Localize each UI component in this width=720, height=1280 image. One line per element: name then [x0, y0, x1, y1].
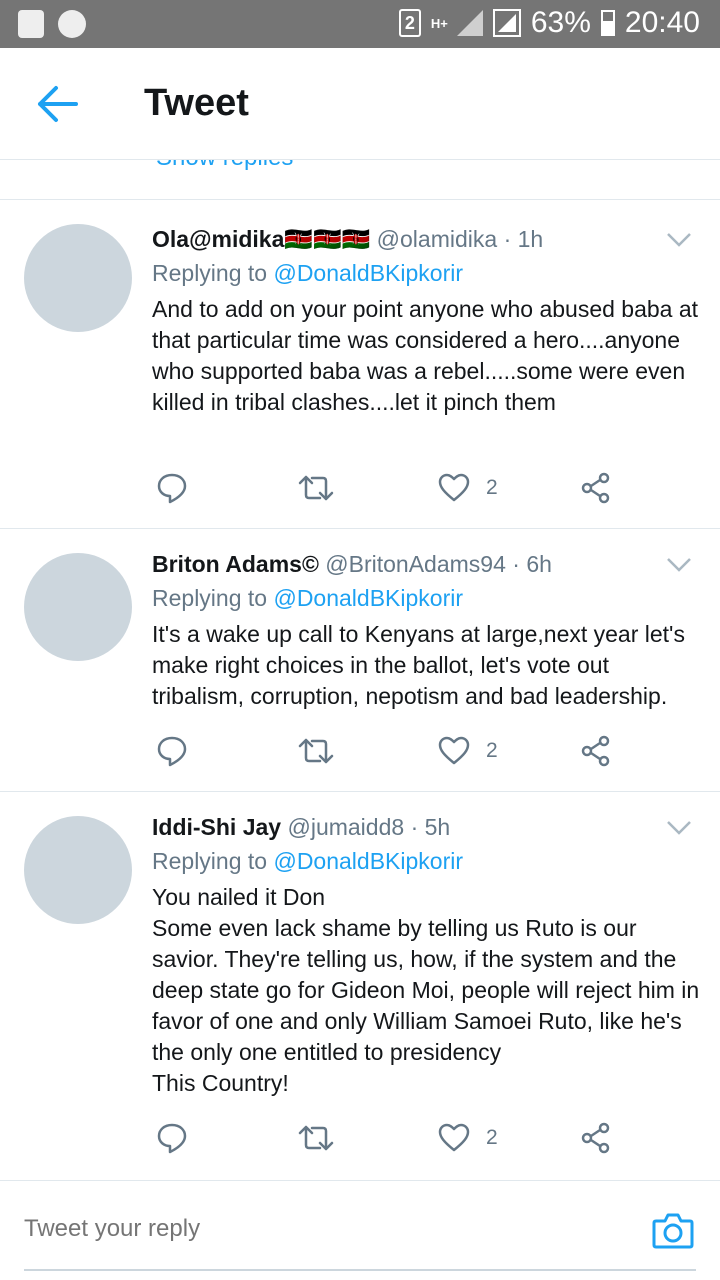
- like-count: 2: [486, 476, 498, 499]
- retweet-button[interactable]: [298, 731, 334, 771]
- retweet-icon: [298, 475, 334, 501]
- chevron-down-icon[interactable]: [666, 820, 692, 836]
- replying-prefix: Replying to: [152, 260, 268, 286]
- author-name[interactable]: Briton Adams©: [152, 551, 319, 577]
- like-count: 2: [486, 739, 498, 762]
- show-replies-link[interactable]: Show replies: [156, 160, 293, 172]
- signal-icon: [456, 10, 483, 36]
- replying-to: Replying to @DonaldBKipkorir: [152, 260, 463, 287]
- retweet-icon: [298, 1125, 334, 1151]
- replying-prefix: Replying to: [152, 848, 268, 874]
- avatar[interactable]: [24, 553, 132, 661]
- tweet-time: · 1h: [503, 226, 544, 252]
- like-button[interactable]: 2: [438, 468, 498, 508]
- tweet-header: Ola@midika🇰🇪🇰🇪🇰🇪 @olamidika · 1h: [152, 226, 543, 253]
- reply-button[interactable]: [156, 1118, 188, 1158]
- tweet-text: And to add on your point anyone who abus…: [152, 296, 699, 415]
- app-header: Tweet: [0, 48, 720, 160]
- share-icon: [581, 1122, 610, 1154]
- mention-link[interactable]: @DonaldBKipkorir: [273, 848, 463, 874]
- reply-underline: [24, 1269, 696, 1271]
- reply-bar: [0, 1180, 720, 1280]
- signal-sim2-icon: [492, 9, 521, 37]
- author-name[interactable]: Ola@midika🇰🇪🇰🇪🇰🇪: [152, 226, 370, 252]
- share-icon: [581, 472, 610, 504]
- reply-input[interactable]: [24, 1215, 584, 1243]
- back-arrow-icon[interactable]: [36, 84, 80, 124]
- tweet-header: Iddi-Shi Jay @jumaidd8 · 5h: [152, 814, 450, 841]
- mention-link[interactable]: @DonaldBKipkorir: [273, 260, 463, 286]
- previous-tweet-fragment: Show replies: [0, 160, 720, 200]
- share-icon: [581, 735, 610, 767]
- clock: 20:40: [624, 6, 700, 39]
- tweet-time: · 6h: [512, 551, 552, 577]
- chevron-down-icon[interactable]: [666, 557, 692, 573]
- reply-icon: [157, 473, 187, 504]
- battery-icon: [600, 10, 615, 36]
- retweet-button[interactable]: [298, 1118, 334, 1158]
- reply-button[interactable]: [156, 731, 188, 771]
- share-button[interactable]: [580, 731, 612, 771]
- alert-icon: [58, 10, 86, 38]
- heart-icon: [438, 473, 470, 502]
- retweet-icon: [298, 738, 334, 764]
- status-bar: 2 H+ 63% 20:40: [0, 0, 720, 48]
- mention-link[interactable]: @DonaldBKipkorir: [273, 585, 463, 611]
- heart-icon: [438, 736, 470, 765]
- avatar[interactable]: [24, 816, 132, 924]
- heart-icon: [438, 1123, 470, 1152]
- page-title: Tweet: [144, 82, 249, 124]
- replying-to: Replying to @DonaldBKipkorir: [152, 585, 463, 612]
- reply-button[interactable]: [156, 468, 188, 508]
- like-button[interactable]: 2: [438, 731, 498, 771]
- tweet-actions: 2: [152, 731, 622, 771]
- tweet-actions: 2: [152, 468, 622, 508]
- retweet-button[interactable]: [298, 468, 334, 508]
- network-type: H+: [430, 15, 448, 31]
- author-handle[interactable]: @jumaidd8: [287, 814, 404, 840]
- reply-icon: [157, 1123, 187, 1154]
- replying-to: Replying to @DonaldBKipkorir: [152, 848, 463, 875]
- tweet-card[interactable]: Ola@midika🇰🇪🇰🇪🇰🇪 @olamidika · 1h Replyin…: [0, 200, 720, 529]
- camera-icon[interactable]: [652, 1211, 694, 1251]
- share-button[interactable]: [580, 1118, 612, 1158]
- author-handle[interactable]: @BritonAdams94: [325, 551, 506, 577]
- chevron-down-icon[interactable]: [666, 232, 692, 248]
- tweet-time: · 5h: [410, 814, 451, 840]
- like-count: 2: [486, 1126, 498, 1149]
- author-handle[interactable]: @olamidika: [377, 226, 498, 252]
- battery-saver-icon: [18, 10, 44, 38]
- author-name[interactable]: Iddi-Shi Jay: [152, 814, 281, 840]
- tweet-actions: 2: [152, 1118, 622, 1158]
- tweet-text: You nailed it Don Some even lack shame b…: [152, 884, 700, 1096]
- tweet-card[interactable]: Briton Adams© @BritonAdams94 · 6h Replyi…: [0, 529, 720, 792]
- sim-slot: 2: [398, 9, 421, 37]
- replying-prefix: Replying to: [152, 585, 268, 611]
- tweet-card[interactable]: Iddi-Shi Jay @jumaidd8 · 5h Replying to …: [0, 792, 720, 1180]
- tweet-text: It's a wake up call to Kenyans at large,…: [152, 621, 685, 709]
- share-button[interactable]: [580, 468, 612, 508]
- reply-icon: [157, 736, 187, 767]
- battery-percent: 63%: [530, 6, 591, 39]
- like-button[interactable]: 2: [438, 1118, 498, 1158]
- tweet-header: Briton Adams© @BritonAdams94 · 6h: [152, 551, 552, 578]
- avatar[interactable]: [24, 224, 132, 332]
